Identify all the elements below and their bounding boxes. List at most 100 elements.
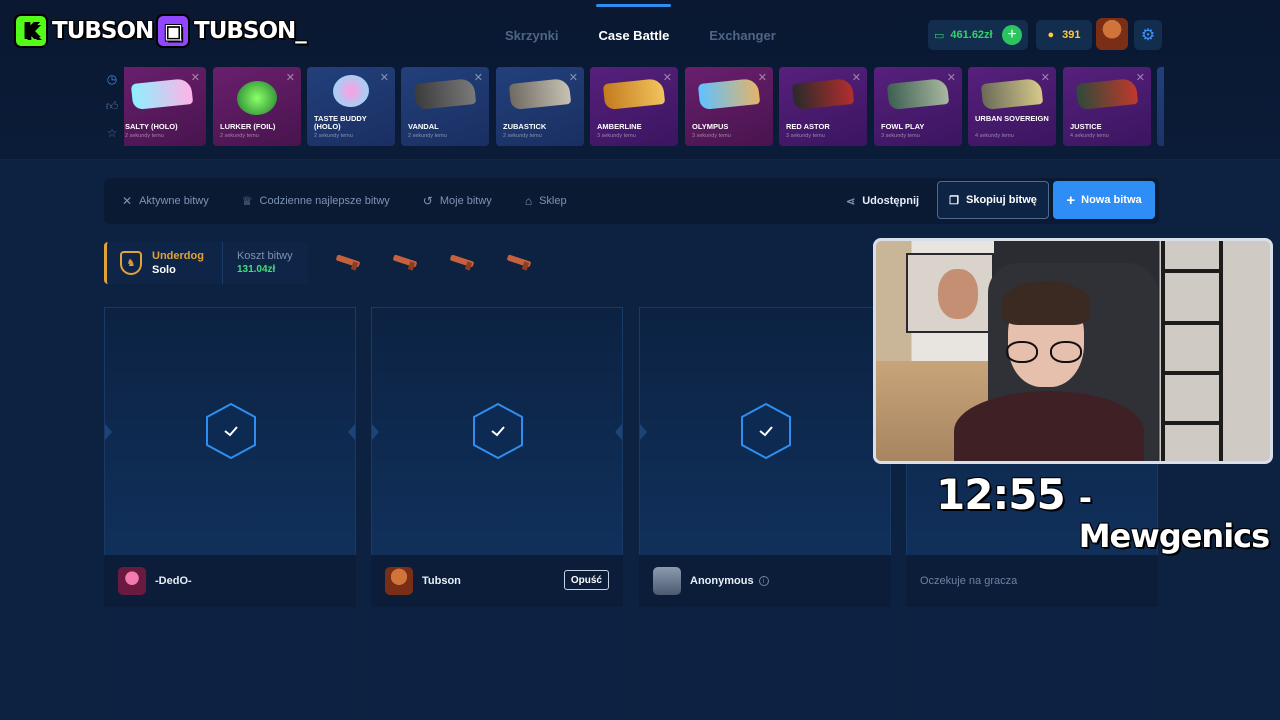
close-icon[interactable]: ✕ xyxy=(852,71,861,84)
case-icon[interactable] xyxy=(505,252,533,271)
deposit-button[interactable]: + xyxy=(1002,25,1022,45)
main-nav: Skrzynki Case Battle Exchanger xyxy=(500,0,781,70)
active-battles-link[interactable]: ✕ Aktywne bitwy xyxy=(122,178,209,224)
arrow-left-icon xyxy=(105,424,112,440)
drop-card[interactable]: ✕ OLYMPUS 3 sekundy temu xyxy=(685,67,773,146)
case-icon[interactable] xyxy=(448,252,476,271)
drop-name: VANDAL xyxy=(408,123,439,131)
drop-time: 2 sekundy temu xyxy=(503,133,542,139)
close-icon[interactable]: ✕ xyxy=(758,71,767,84)
player-slot: -DedO- xyxy=(104,307,356,720)
drop-name: JUSTICE xyxy=(1070,123,1102,131)
drop-time: 2 sekundy temu xyxy=(408,133,447,139)
new-battle-button[interactable]: + Nowa bitwa xyxy=(1053,181,1155,219)
player-name[interactable]: Anonymous xyxy=(690,575,754,587)
share-button[interactable]: ⋖ Udostępnij xyxy=(846,178,919,224)
drop-card[interactable]: ✕ ZUBASTICK 2 sekundy temu xyxy=(496,67,584,146)
user-avatar[interactable] xyxy=(1096,18,1128,50)
close-icon[interactable]: ✕ xyxy=(1136,71,1145,84)
sticker-image xyxy=(130,77,194,111)
sticker-image xyxy=(235,79,279,117)
waiting-label: Oczekuje na gracza xyxy=(920,575,1018,587)
avatar[interactable] xyxy=(385,567,413,595)
divider xyxy=(221,242,223,284)
kick-name: TUBSON xyxy=(52,18,154,44)
player-row: -DedO- xyxy=(104,555,356,607)
weapon-image xyxy=(791,77,855,111)
drop-time: 4 sekundy temu xyxy=(1070,133,1109,139)
drop-time: 3 sekundy temu xyxy=(786,133,825,139)
close-icon[interactable]: ✕ xyxy=(569,71,578,84)
star-icon[interactable]: ☆ xyxy=(102,124,122,151)
case-icon[interactable] xyxy=(334,252,362,271)
avatar[interactable] xyxy=(118,567,146,595)
drop-card[interactable]: ✕ FOWL PLAY 3 sekundy temu xyxy=(874,67,962,146)
drop-name: FOWL PLAY xyxy=(881,123,925,131)
avatar[interactable] xyxy=(653,567,681,595)
drop-card[interactable]: ✕ RED ASTOR 3 sekundy temu xyxy=(779,67,867,146)
drop-name: ZUBASTICK xyxy=(503,123,547,131)
drop-card[interactable]: ✕ JUSTICE 4 sekundy temu xyxy=(1063,67,1151,146)
drop-card[interactable] xyxy=(1157,67,1164,146)
tab-case-battle[interactable]: Case Battle xyxy=(593,0,674,70)
case-icon[interactable] xyxy=(391,252,419,271)
glasses xyxy=(1006,341,1088,363)
ready-check-icon xyxy=(741,402,791,460)
shop-link[interactable]: ⌂ Sklep xyxy=(525,178,567,224)
gear-icon[interactable]: ⚙ xyxy=(1134,20,1162,50)
underdog-shield-icon: ♞ xyxy=(120,251,142,275)
mode-type: Solo xyxy=(152,264,176,276)
tab-exchanger[interactable]: Exchanger xyxy=(704,0,780,70)
copy-battle-label: Skopiuj bitwę xyxy=(965,194,1037,206)
tab-skrzynki[interactable]: Skrzynki xyxy=(500,0,563,70)
drop-card[interactable]: ✕ LURKER (FOIL) 2 sekundy temu xyxy=(213,67,301,146)
coins-box[interactable]: ● 391 xyxy=(1036,20,1092,50)
reel-panel xyxy=(104,307,356,555)
items-area xyxy=(371,607,623,720)
live-drops: ✕ SALTY (HOLO) 2 sekundy temu ✕ LURKER (… xyxy=(124,67,1164,147)
clock-icon[interactable]: ◷ xyxy=(102,70,122,97)
close-icon[interactable]: ✕ xyxy=(191,71,200,84)
arrow-right-icon xyxy=(348,424,355,440)
close-icon[interactable]: ✕ xyxy=(380,71,389,84)
new-battle-label: Nowa bitwa xyxy=(1081,194,1142,206)
balance-box[interactable]: ▭ 461.62zł + xyxy=(928,20,1028,50)
drop-card[interactable]: ✕ TASTE BUDDY (HOLO) 2 sekundy temu xyxy=(307,67,395,146)
weapon-image xyxy=(413,77,477,111)
drop-time: 2 sekundy temu xyxy=(220,133,259,139)
drop-card[interactable]: ✕ URBAN SOVEREIGN 4 sekundy temu xyxy=(968,67,1056,146)
copy-battle-button[interactable]: ❐ Skopiuj bitwę xyxy=(937,181,1049,219)
weapon-image xyxy=(697,77,761,111)
player-name[interactable]: Tubson xyxy=(422,575,461,587)
timer-text: 12:55 xyxy=(936,470,1066,519)
drop-card[interactable]: ✕ VANDAL 2 sekundy temu xyxy=(401,67,489,146)
drop-name: LURKER (FOIL) xyxy=(220,123,276,131)
player-name[interactable]: -DedO- xyxy=(155,575,192,587)
drop-name: TASTE BUDDY (HOLO) xyxy=(314,115,367,131)
mode-name: Underdog xyxy=(152,250,204,262)
shop-label: Sklep xyxy=(539,195,567,207)
game-text: - Mewgenics xyxy=(1078,479,1270,555)
leave-button[interactable]: Opuść xyxy=(563,570,609,590)
drop-time: 3 sekundy temu xyxy=(597,133,636,139)
drops-filter: ◷ 👍︎ ☆ xyxy=(102,70,122,151)
info-icon[interactable]: i xyxy=(758,576,769,586)
thumbs-up-icon[interactable]: 👍︎ xyxy=(102,97,122,124)
daily-best-link[interactable]: ♕ Codzienne najlepsze bitwy xyxy=(242,178,390,224)
drop-name: OLYMPUS xyxy=(692,123,729,131)
close-icon[interactable]: ✕ xyxy=(663,71,672,84)
wallet-icon: ▭ xyxy=(934,29,945,42)
close-icon[interactable]: ✕ xyxy=(947,71,956,84)
drop-card[interactable]: ✕ AMBERLINE 3 sekundy temu xyxy=(590,67,678,146)
close-icon[interactable]: ✕ xyxy=(286,71,295,84)
close-icon[interactable]: ✕ xyxy=(474,71,483,84)
drop-name: SALTY (HOLO) xyxy=(125,123,178,131)
drop-card[interactable]: ✕ SALTY (HOLO) 2 sekundy temu xyxy=(124,67,206,146)
my-battles-link[interactable]: ↺ Moje bitwy xyxy=(423,178,492,224)
kick-icon: K xyxy=(14,14,48,48)
basket-icon: ⌂ xyxy=(524,194,533,208)
drop-time: 2 sekundy temu xyxy=(314,133,353,139)
drop-name: URBAN SOVEREIGN xyxy=(975,115,1049,123)
close-icon[interactable]: ✕ xyxy=(1041,71,1050,84)
player-row: Tubson Opuść xyxy=(371,555,623,607)
